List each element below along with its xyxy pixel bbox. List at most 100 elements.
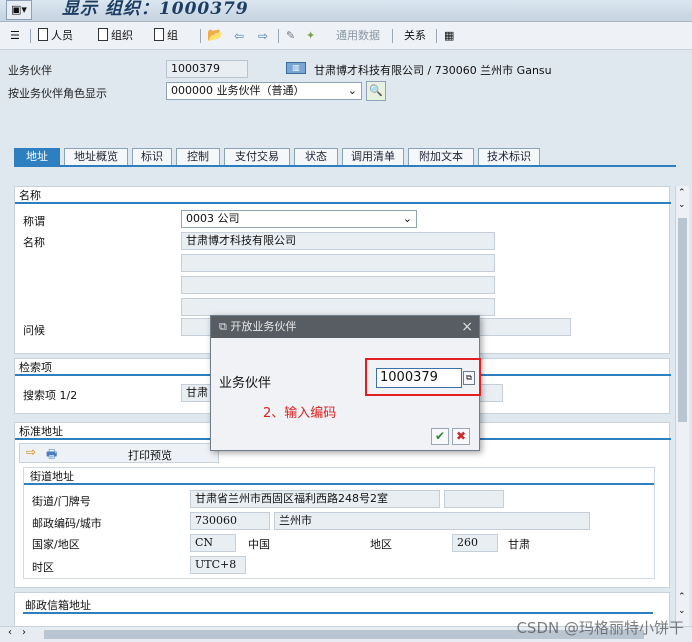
greeting-label: 问候 xyxy=(23,324,45,337)
scroll-up-icon[interactable]: ⌃ xyxy=(678,592,686,602)
address-maintain-icon[interactable]: ⇨ xyxy=(26,445,36,459)
tab-payment-transactions[interactable]: 支付交易 xyxy=(224,148,290,165)
title-bar: ▣▾ 显示 组织：1000379 xyxy=(0,0,692,22)
chevron-down-icon: ⌄ xyxy=(347,84,357,97)
tab-call-list[interactable]: 调用清单 xyxy=(342,148,404,165)
salutation-dropdown[interactable]: 0003 公司 ⌄ xyxy=(181,210,417,228)
tab-address-overview[interactable]: 地址概览 xyxy=(64,148,128,165)
back-arrow-icon[interactable]: ⇦ xyxy=(234,28,244,44)
street-address-title: 街道地址 xyxy=(30,470,74,483)
search-panel-title: 检索项 xyxy=(19,361,52,374)
role-label: 按业务伙伴角色显示 xyxy=(8,87,107,100)
region-code-field[interactable]: 260 xyxy=(452,534,498,552)
toolbar-separator xyxy=(278,29,279,43)
postal-city-label: 邮政编码/城市 xyxy=(32,517,102,530)
region-name: 甘肃 xyxy=(508,538,530,551)
window-title: 显示 组织：1000379 xyxy=(62,0,249,19)
search-icon[interactable]: 🔍 xyxy=(366,81,386,101)
scroll-down-icon[interactable]: ⌄ xyxy=(678,606,686,616)
name-field-3[interactable] xyxy=(181,276,495,294)
scroll-right-icon[interactable]: › xyxy=(22,627,26,638)
house-number-field[interactable] xyxy=(444,490,504,508)
bp-description: 甘肃博才科技有限公司 / 730060 兰州市 Gansu xyxy=(314,64,552,77)
postal-code-field[interactable]: 730060 xyxy=(190,512,270,530)
forward-arrow-icon[interactable]: ⇨ xyxy=(258,28,268,44)
toolbar-separator xyxy=(392,29,393,43)
switch-display-change-icon[interactable]: ✎ xyxy=(286,28,295,44)
cancel-button[interactable]: ✖ xyxy=(452,428,470,445)
general-data-button[interactable]: 通用数据 xyxy=(336,28,380,44)
salutation-label: 称谓 xyxy=(23,215,45,228)
document-icon xyxy=(38,28,48,41)
bp-number-field[interactable]: 1000379 xyxy=(166,60,248,78)
toolbar-separator xyxy=(436,29,437,43)
vertical-scrollbar[interactable]: ⌃ ⌄ ⌃ ⌄ xyxy=(675,186,689,628)
close-icon[interactable]: × xyxy=(461,316,473,338)
toolbar: ☰ 人员 组织 组 📂 ⇦ ⇨ ✎ ✦ 通用数据 关系 ▦ xyxy=(0,22,692,50)
person-button[interactable]: 人员 xyxy=(38,28,73,44)
address-toolbar: ⇨ 🖶 打印预览 xyxy=(19,443,219,463)
value-help-icon[interactable]: ⧉ xyxy=(463,371,475,385)
timezone-field[interactable]: UTC+8 xyxy=(190,556,246,574)
timezone-label: 时区 xyxy=(32,561,54,574)
salutation-value: 0003 公司 xyxy=(186,212,240,225)
dialog-bp-input[interactable]: 1000379 xyxy=(376,368,462,388)
dialog-title: 开放业务伙伴 xyxy=(230,320,297,333)
document-icon xyxy=(154,28,164,41)
scroll-left-icon[interactable]: ‹ xyxy=(8,627,12,638)
print-preview-button[interactable]: 打印预览 xyxy=(128,447,172,463)
street-field[interactable]: 甘肃省兰州市西固区福利西路248号2室 xyxy=(190,490,440,508)
dialog-bp-label: 业务伙伴 xyxy=(219,376,272,391)
chevron-down-icon: ⌄ xyxy=(402,212,412,225)
grid-settings-icon[interactable]: ▦ xyxy=(444,28,454,44)
name-field-4[interactable] xyxy=(181,298,495,316)
relations-button[interactable]: 关系 xyxy=(404,28,426,44)
name-label: 名称 xyxy=(23,236,45,249)
name-field-2[interactable] xyxy=(181,254,495,272)
app-menu-icon[interactable]: ▣▾ xyxy=(6,0,32,20)
panel-rule xyxy=(24,483,654,485)
organization-icon: ▥ xyxy=(286,62,306,74)
tab-identification[interactable]: 标识 xyxy=(132,148,172,165)
search-term-label: 搜索项 1/2 xyxy=(23,389,78,402)
role-dropdown-value: 000000 业务伙伴（普通） xyxy=(171,84,305,97)
country-name: 中国 xyxy=(248,538,270,551)
annotation-text: 2、输入编码 xyxy=(263,406,337,421)
open-folder-icon[interactable]: 📂 xyxy=(207,28,223,44)
tab-address[interactable]: 地址 xyxy=(14,148,60,165)
tab-underline xyxy=(14,165,676,167)
organization-button[interactable]: 组织 xyxy=(98,28,133,44)
watermark: CSDN @玛格丽特小饼干 xyxy=(516,619,684,637)
panel-rule xyxy=(23,612,653,614)
list-view-icon[interactable]: ☰ xyxy=(10,28,20,44)
toolbar-separator xyxy=(30,29,31,43)
group-button[interactable]: 组 xyxy=(154,28,178,44)
scroll-down-icon[interactable]: ⌄ xyxy=(678,200,686,210)
role-dropdown[interactable]: 000000 业务伙伴（普通） ⌄ xyxy=(166,82,362,100)
where-used-icon[interactable]: ✦ xyxy=(306,28,315,44)
tab-status[interactable]: 状态 xyxy=(294,148,338,165)
tab-additional-text[interactable]: 附加文本 xyxy=(408,148,474,165)
toolbar-separator xyxy=(200,29,201,43)
city-field[interactable]: 兰州市 xyxy=(274,512,590,530)
dialog-title-bar: ⧉ 开放业务伙伴 xyxy=(211,316,479,338)
confirm-button[interactable]: ✔ xyxy=(431,428,449,445)
open-bp-dialog: ⧉ 开放业务伙伴 × 业务伙伴 1000379 ⧉ 2、输入编码 ✔ ✖ xyxy=(210,315,481,451)
name-panel-title: 名称 xyxy=(19,189,41,202)
bp-label: 业务伙伴 xyxy=(8,64,52,77)
tab-technical-id[interactable]: 技术标识 xyxy=(478,148,540,165)
country-label: 国家/地区 xyxy=(32,538,80,551)
std-address-title: 标准地址 xyxy=(19,425,63,438)
panel-rule xyxy=(15,202,671,204)
scroll-up-icon[interactable]: ⌃ xyxy=(678,188,686,198)
region-label: 地区 xyxy=(370,538,392,551)
scrollbar-thumb[interactable] xyxy=(678,218,687,422)
printer-icon[interactable]: 🖶 xyxy=(46,445,57,466)
tab-control[interactable]: 控制 xyxy=(176,148,220,165)
name-field-1[interactable]: 甘肃博才科技有限公司 xyxy=(181,232,495,250)
dialog-icon: ⧉ xyxy=(219,320,231,333)
country-code-field[interactable]: CN xyxy=(190,534,236,552)
street-label: 街道/门牌号 xyxy=(32,495,91,508)
document-icon xyxy=(98,28,108,41)
street-address-group: 街道地址 街道/门牌号 甘肃省兰州市西固区福利西路248号2室 邮政编码/城市 … xyxy=(23,467,655,579)
